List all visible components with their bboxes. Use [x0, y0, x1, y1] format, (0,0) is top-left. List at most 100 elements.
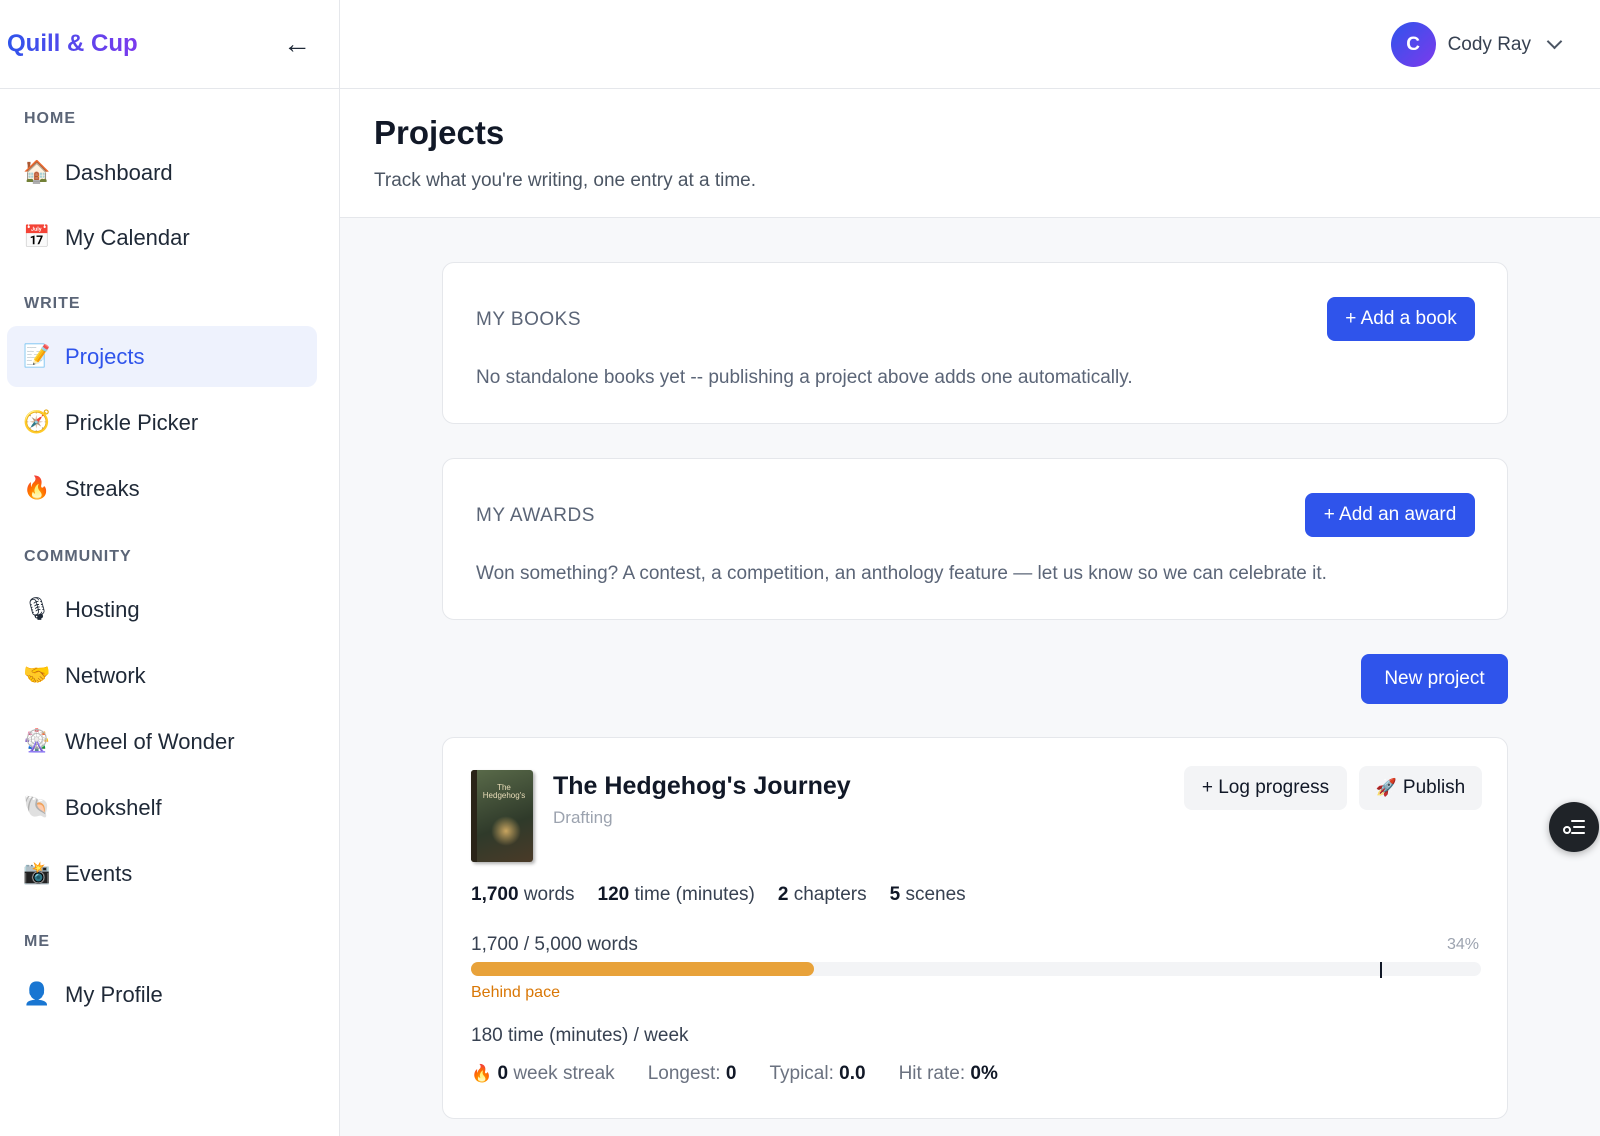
- longest-streak: Longest: 0: [648, 1063, 737, 1085]
- app-logo[interactable]: Quill & Cup: [7, 30, 138, 58]
- project-card: The Hedgehog's The Hedgehog's Journey Dr…: [442, 737, 1508, 1119]
- sidebar-item-label: Prickle Picker: [65, 409, 199, 435]
- handshake-icon: 🤝: [23, 663, 51, 688]
- fire-icon: 🔥: [471, 1064, 493, 1084]
- microphone-icon: 🎙: [23, 597, 51, 622]
- sidebar-item-wheel-of-wonder[interactable]: 🎡 Wheel of Wonder: [7, 711, 317, 772]
- stat-words: 1,700 words: [471, 884, 575, 906]
- progress-bar: [471, 962, 1481, 978]
- sidebar-item-dashboard[interactable]: 🏠 Dashboard: [7, 142, 317, 203]
- add-book-button[interactable]: + Add a book: [1327, 297, 1475, 341]
- typical-label: Typical:: [769, 1063, 834, 1084]
- memo-icon: 📝: [23, 344, 51, 369]
- house-icon: 🏠: [23, 160, 51, 185]
- typical-streak: Typical: 0.0: [769, 1063, 865, 1085]
- sidebar-item-my-profile[interactable]: 👤 My Profile: [7, 964, 317, 1025]
- chevron-down-icon[interactable]: [1546, 33, 1563, 50]
- book-cover-image[interactable]: The Hedgehog's: [471, 770, 533, 862]
- avatar[interactable]: C: [1390, 22, 1436, 67]
- my-books-empty-text: No standalone books yet -- publishing a …: [476, 367, 1133, 388]
- progress-bar-fill: [471, 962, 815, 976]
- hit-rate-label: Hit rate:: [898, 1063, 966, 1084]
- book-spine: [471, 770, 477, 862]
- stat-unit: time (minutes): [634, 884, 755, 905]
- weekly-goal-text: 180 time (minutes) / week: [471, 1025, 689, 1046]
- user-menu[interactable]: C Cody Ray: [1390, 22, 1563, 67]
- floating-menu-button[interactable]: [1549, 802, 1599, 852]
- sidebar-item-hosting[interactable]: 🎙 Hosting: [7, 579, 317, 640]
- sidebar-item-label: Network: [65, 662, 146, 688]
- add-award-button[interactable]: + Add an award: [1305, 493, 1475, 537]
- log-progress-button[interactable]: + Log progress: [1184, 766, 1347, 810]
- my-awards-card: MY AWARDS + Add an award Won something? …: [442, 458, 1508, 620]
- stat-value: 5: [889, 884, 901, 905]
- hit-rate: Hit rate: 0%: [899, 1063, 998, 1085]
- ferris-wheel-icon: 🎡: [23, 729, 51, 754]
- shell-icon: 🐚: [23, 795, 51, 820]
- person-icon: 👤: [23, 982, 51, 1007]
- sidebar-item-streaks[interactable]: 🔥 Streaks: [7, 458, 317, 519]
- typical-value: 0.0: [839, 1063, 866, 1084]
- stat-time: 120 time (minutes): [598, 884, 755, 906]
- current-streak: 🔥 0 week streak: [471, 1063, 615, 1085]
- stat-unit: words: [523, 884, 575, 905]
- sidebar-item-prickle-picker[interactable]: 🧭 Prickle Picker: [7, 392, 317, 453]
- new-project-button[interactable]: New project: [1361, 654, 1508, 704]
- stat-value: 1,700: [471, 884, 519, 905]
- streak-stats: 🔥 0 week streak Longest: 0 Typical: 0.0 …: [471, 1063, 1031, 1085]
- sidebar-item-label: Projects: [65, 343, 145, 369]
- my-books-card: MY BOOKS + Add a book No standalone book…: [442, 262, 1508, 424]
- sidebar-item-projects[interactable]: 📝 Projects: [7, 326, 317, 387]
- pace-status: Behind pace: [471, 984, 560, 1001]
- stat-chapters: 2 chapters: [778, 884, 867, 906]
- stat-unit: chapters: [793, 884, 867, 905]
- publish-button[interactable]: 🚀 Publish: [1359, 766, 1482, 810]
- sidebar-item-label: Dashboard: [65, 159, 173, 185]
- sidebar-item-label: My Profile: [65, 981, 163, 1007]
- page-subtitle: Track what you're writing, one entry at …: [374, 170, 757, 191]
- sidebar-item-label: Wheel of Wonder: [65, 728, 235, 754]
- my-books-label: MY BOOKS: [476, 309, 582, 330]
- sidebar-item-bookshelf[interactable]: 🐚 Bookshelf: [7, 777, 317, 838]
- section-write-label: WRITE: [24, 295, 81, 312]
- page-title: Projects: [374, 114, 505, 151]
- stat-unit: scenes: [905, 884, 966, 905]
- sidebar-header: Quill & Cup ←: [0, 0, 339, 89]
- sidebar-item-label: Hosting: [65, 596, 140, 622]
- sidebar-item-label: Bookshelf: [65, 794, 162, 820]
- top-bar: C Cody Ray: [340, 0, 1600, 89]
- section-home-label: HOME: [24, 110, 76, 127]
- sidebar-item-network[interactable]: 🤝 Network: [7, 645, 317, 706]
- collapse-sidebar-icon[interactable]: ←: [283, 30, 311, 58]
- user-name[interactable]: Cody Ray: [1448, 34, 1531, 56]
- compass-icon: 🧭: [23, 410, 51, 435]
- stat-value: 2: [777, 884, 789, 905]
- streak-label: week streak: [513, 1063, 615, 1084]
- my-awards-empty-text: Won something? A contest, a competition,…: [476, 563, 1327, 584]
- word-goal-text: 1,700 / 5,000 words: [471, 934, 638, 955]
- book-cover-title: The Hedgehog's: [482, 783, 526, 800]
- project-stats: 1,700 words 120 time (minutes) 2 chapter…: [471, 884, 989, 906]
- longest-value: 0: [725, 1063, 737, 1084]
- stat-value: 120: [597, 884, 630, 905]
- sidebar: Quill & Cup ← HOME 🏠 Dashboard 📅 My Cale…: [0, 0, 340, 1136]
- sidebar-item-events[interactable]: 📸 Events: [7, 843, 317, 904]
- book-cover-art: [491, 816, 521, 846]
- pace-marker: [1380, 962, 1382, 978]
- sidebar-item-my-calendar[interactable]: 📅 My Calendar: [7, 207, 317, 268]
- project-title[interactable]: The Hedgehog's Journey: [553, 772, 851, 801]
- project-status: Drafting: [553, 808, 613, 827]
- page-header: Projects Track what you're writing, one …: [340, 89, 1600, 218]
- calendar-icon: 📅: [23, 225, 51, 250]
- my-awards-label: MY AWARDS: [476, 505, 595, 526]
- rocket-icon: 🚀: [1375, 778, 1397, 798]
- camera-icon: 📸: [23, 861, 51, 886]
- word-goal-percent: 34%: [1446, 936, 1479, 953]
- sidebar-item-label: Streaks: [65, 475, 140, 501]
- sidebar-item-label: Events: [65, 860, 133, 886]
- fire-icon: 🔥: [23, 476, 51, 501]
- hit-rate-value: 0%: [970, 1063, 998, 1084]
- longest-label: Longest:: [647, 1063, 721, 1084]
- sidebar-item-label: My Calendar: [65, 224, 190, 250]
- section-me-label: ME: [24, 933, 50, 950]
